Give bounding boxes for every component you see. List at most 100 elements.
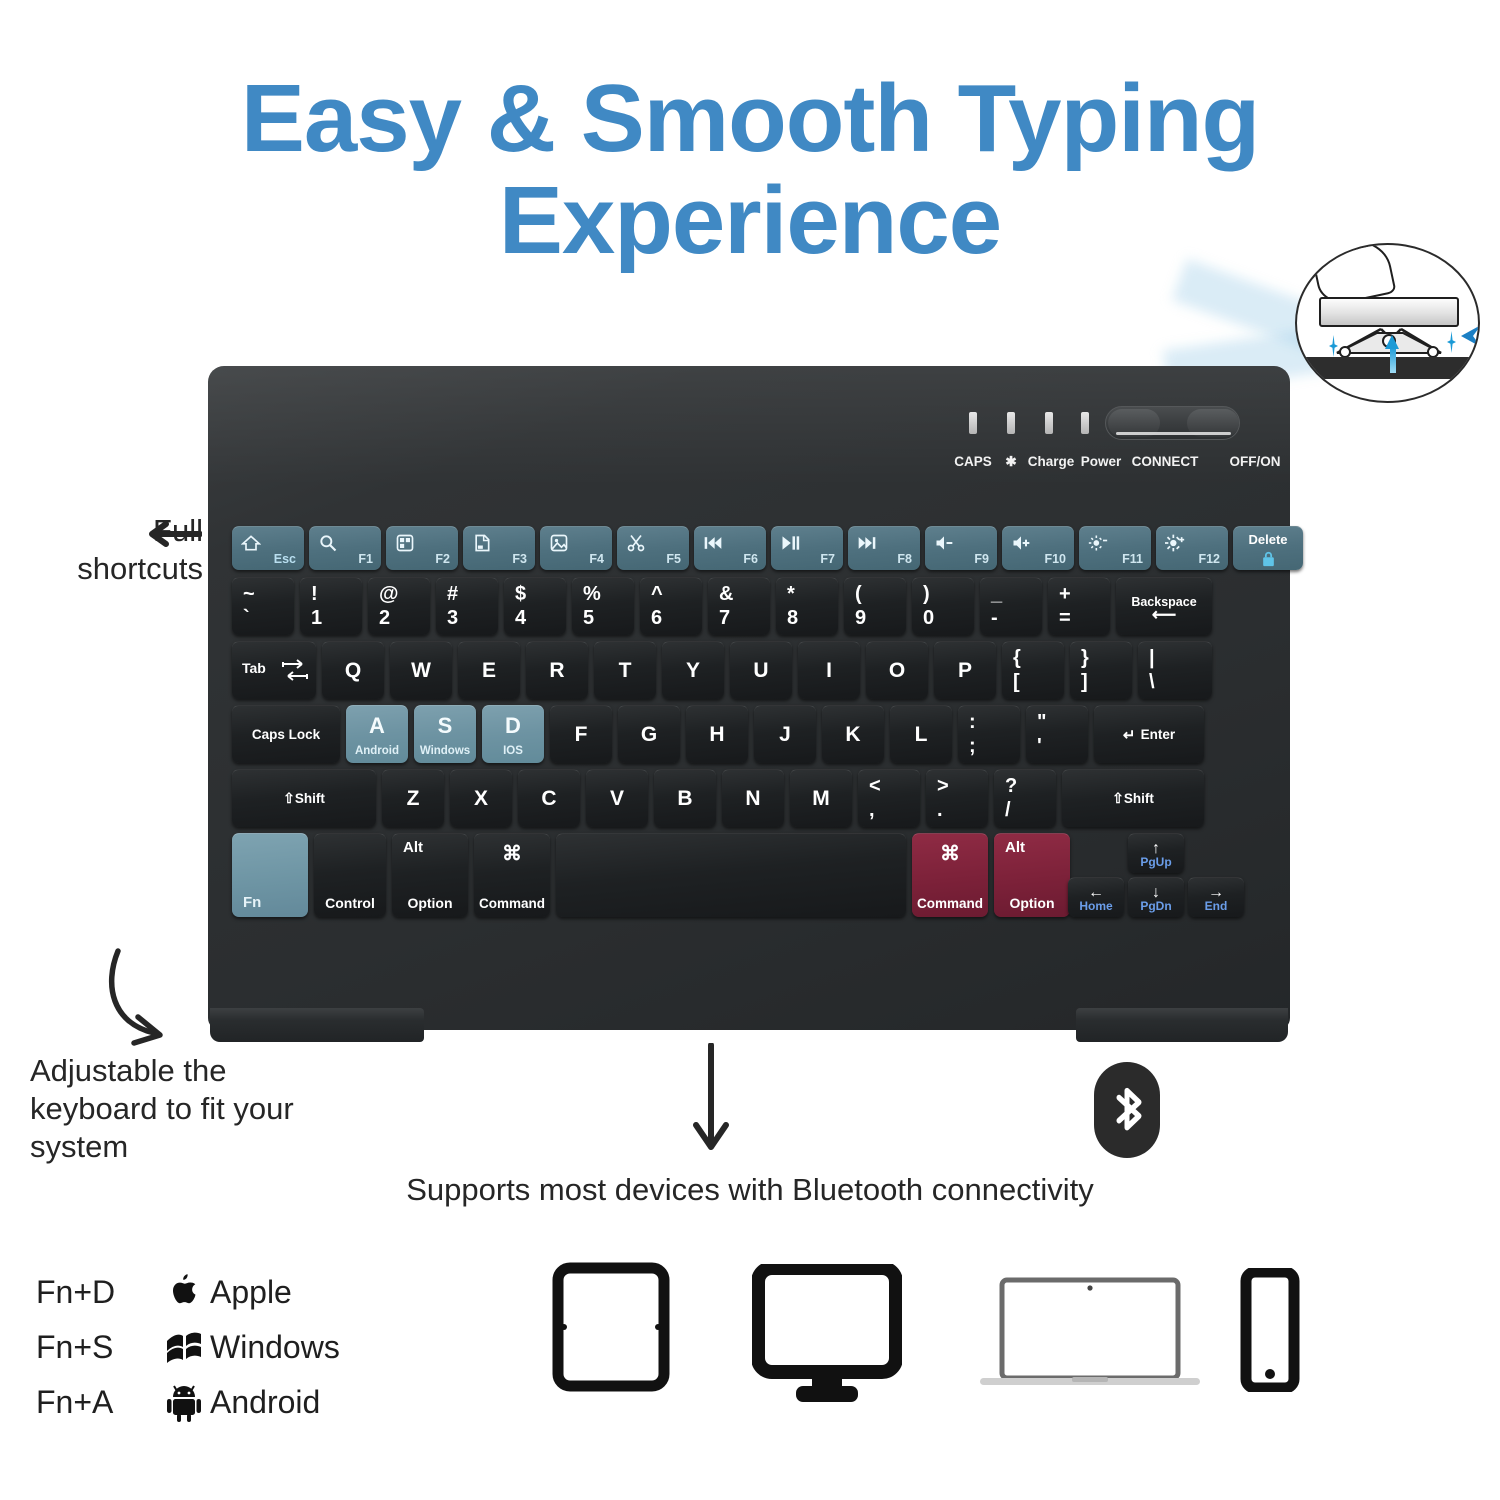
alt-option-key-right[interactable]: Alt Option (994, 833, 1070, 917)
arrow-right-end-key[interactable]: → End (1188, 877, 1244, 917)
key-y[interactable]: Y (662, 641, 724, 699)
key-quote[interactable]: " ' (1026, 705, 1088, 763)
enter-key[interactable]: ↵ Enter (1094, 705, 1204, 763)
key-backslash[interactable]: | \ (1138, 641, 1212, 699)
command-key[interactable]: ⌘ Command (474, 833, 550, 917)
key-period[interactable]: >. (926, 769, 988, 827)
f3-key[interactable]: F3 (463, 526, 535, 570)
key-semicolon[interactable]: :; (958, 705, 1020, 763)
key-minus[interactable]: _ - (980, 577, 1042, 635)
connect-button[interactable] (1108, 409, 1160, 437)
control-key[interactable]: Control (314, 833, 386, 917)
f10-key[interactable]: F10 (1002, 526, 1074, 570)
legend-name-android: Android (210, 1384, 321, 1420)
key-o[interactable]: O (866, 641, 928, 699)
f1-key[interactable]: F1 (309, 526, 381, 570)
f8-key[interactable]: F8 (848, 526, 920, 570)
alt-option-key[interactable]: Alt Option (392, 833, 468, 917)
power-toggle-knob[interactable] (1187, 409, 1239, 437)
key-b[interactable]: B (654, 769, 716, 827)
f9-key[interactable]: F9 (925, 526, 997, 570)
esc-key[interactable]: Esc (232, 526, 304, 570)
key-w[interactable]: W (390, 641, 452, 699)
key-e[interactable]: E (458, 641, 520, 699)
key-t[interactable]: T (594, 641, 656, 699)
key-3[interactable]: #3 (436, 577, 498, 635)
key-s-windows[interactable]: S Windows (414, 705, 476, 763)
backspace-key[interactable]: Backspace ⟵ (1116, 577, 1212, 635)
caps-lock-key[interactable]: Caps Lock (232, 705, 340, 763)
fn-label: Fn (243, 894, 262, 911)
screenshot-icon (550, 534, 568, 552)
click-burst-icon (1461, 326, 1478, 346)
f4-key[interactable]: F4 (540, 526, 612, 570)
key-slash[interactable]: ? / (994, 769, 1056, 827)
f12-key[interactable]: F12 (1156, 526, 1228, 570)
key-2[interactable]: @2 (368, 577, 430, 635)
key-x[interactable]: X (450, 769, 512, 827)
f5-key[interactable]: F5 (617, 526, 689, 570)
adjustable-line-1: Adjustable the (30, 1053, 227, 1088)
key-5[interactable]: % 5 (572, 577, 634, 635)
key-7[interactable]: & 7 (708, 577, 770, 635)
key-1[interactable]: ! 1 (300, 577, 362, 635)
key-d-ios[interactable]: D IOS (482, 705, 544, 763)
volume-down-icon (936, 536, 953, 550)
key-4[interactable]: $4 (504, 577, 566, 635)
key-bracket-right[interactable]: }] (1070, 641, 1132, 699)
key-p[interactable]: P (934, 641, 996, 699)
key-c[interactable]: C (518, 769, 580, 827)
arrow-down-pgdn-key[interactable]: ↓ PgDn (1128, 877, 1184, 917)
key-a-android[interactable]: A Android (346, 705, 408, 763)
key-h[interactable]: H (686, 705, 748, 763)
key-9[interactable]: (9 (844, 577, 906, 635)
legend-combo-android: Fn+A (36, 1384, 114, 1420)
led-power (1081, 412, 1089, 434)
f7-key[interactable]: F7 (771, 526, 843, 570)
fn-key[interactable]: Fn (232, 833, 308, 917)
key-q[interactable]: Q (322, 641, 384, 699)
legend-combo-apple: Fn+D (36, 1274, 116, 1310)
status-label-connect: CONNECT (1131, 454, 1199, 469)
keycap-illustration (1319, 297, 1459, 327)
tab-key[interactable]: Tab (232, 641, 316, 699)
os-shortcut-legend: Fn+D Apple Fn+S Windows Fn+A Android (36, 1265, 340, 1430)
legend-row-android: Fn+A Android (36, 1375, 340, 1430)
delete-key[interactable]: Delete (1233, 526, 1303, 570)
key-backtick[interactable]: ~ ` (232, 577, 294, 635)
key-comma[interactable]: <, (858, 769, 920, 827)
key-g[interactable]: G (618, 705, 680, 763)
key-f[interactable]: F (550, 705, 612, 763)
key-z[interactable]: Z (382, 769, 444, 827)
spacebar-key[interactable] (556, 833, 906, 917)
arrow-up-pgup-key[interactable]: ↑ PgUp (1128, 833, 1184, 873)
key-6[interactable]: ^ 6 (640, 577, 702, 635)
f6-key[interactable]: F6 (694, 526, 766, 570)
f6-label: F6 (743, 552, 758, 566)
key-k[interactable]: K (822, 705, 884, 763)
key-equals[interactable]: + = (1048, 577, 1110, 635)
f11-key[interactable]: F11 (1079, 526, 1151, 570)
key-v[interactable]: V (586, 769, 648, 827)
key-j[interactable]: J (754, 705, 816, 763)
command-key-right[interactable]: ⌘ Command (912, 833, 988, 917)
key-l[interactable]: L (890, 705, 952, 763)
key-bracket-left[interactable]: {[ (1002, 641, 1064, 699)
key-r[interactable]: R (526, 641, 588, 699)
apple-icon (158, 1273, 210, 1313)
shift-right-key[interactable]: ⇧ Shift (1062, 769, 1204, 827)
modifier-key-row: Fn Control Alt Option ⌘ Command ⌘ Comman… (232, 833, 1244, 917)
arrow-left-home-key[interactable]: ← Home (1068, 877, 1124, 917)
power-switch-track[interactable] (1105, 406, 1240, 440)
key-u[interactable]: U (730, 641, 792, 699)
shift-left-key[interactable]: ⇧ Shift (232, 769, 376, 827)
key-0[interactable]: ) 0 (912, 577, 974, 635)
key-n[interactable]: N (722, 769, 784, 827)
document-icon (475, 534, 490, 552)
led-bluetooth (1007, 412, 1015, 434)
key-m[interactable]: M (790, 769, 852, 827)
next-track-icon (858, 537, 876, 549)
key-i[interactable]: I (798, 641, 860, 699)
key-8[interactable]: * 8 (776, 577, 838, 635)
f2-key[interactable]: F2 (386, 526, 458, 570)
